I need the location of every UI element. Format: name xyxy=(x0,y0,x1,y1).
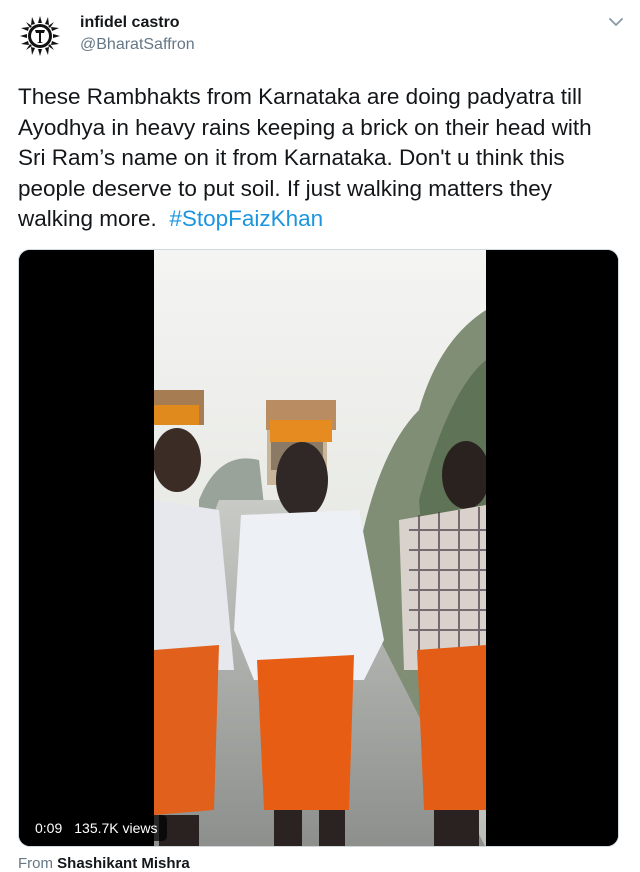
tweet-text-line: Sri Ram’s name on it from Karnataka. Don… xyxy=(18,145,565,170)
source-from-label: From xyxy=(18,855,53,872)
chevron-down-icon xyxy=(609,18,623,26)
source-author-link[interactable]: Shashikant Mishra xyxy=(57,855,190,872)
video-views: 135.7K views xyxy=(74,820,158,836)
tweet-text-fragment: walking more. xyxy=(18,206,157,231)
display-name[interactable]: infidel castro xyxy=(80,14,180,32)
media-source: From Shashikant Mishra xyxy=(18,855,190,872)
video-stats-badge: 0:09 135.7K views xyxy=(26,815,167,841)
tweet-text-line: Ayodhya in heavy rains keeping a brick o… xyxy=(18,114,592,140)
user-handle[interactable]: @BharatSaffron xyxy=(80,36,195,54)
more-options-button[interactable] xyxy=(606,12,626,32)
tweet-text-line: people deserve to put soil. If just walk… xyxy=(18,175,553,201)
video-player[interactable] xyxy=(18,249,619,847)
avatar-emblem-icon xyxy=(18,14,62,58)
tweet-text: These Rambhakts from Karnataka are doing… xyxy=(18,82,624,235)
tweet-text-line-last: walking more. #StopFaizKhan xyxy=(18,204,624,235)
video-time: 0:09 xyxy=(35,820,63,836)
hashtag-link[interactable]: #StopFaizKhan xyxy=(169,206,323,231)
video-frame xyxy=(19,250,618,846)
avatar[interactable] xyxy=(18,14,62,58)
tweet-text-line: These Rambhakts from Karnataka are doing… xyxy=(18,84,583,109)
